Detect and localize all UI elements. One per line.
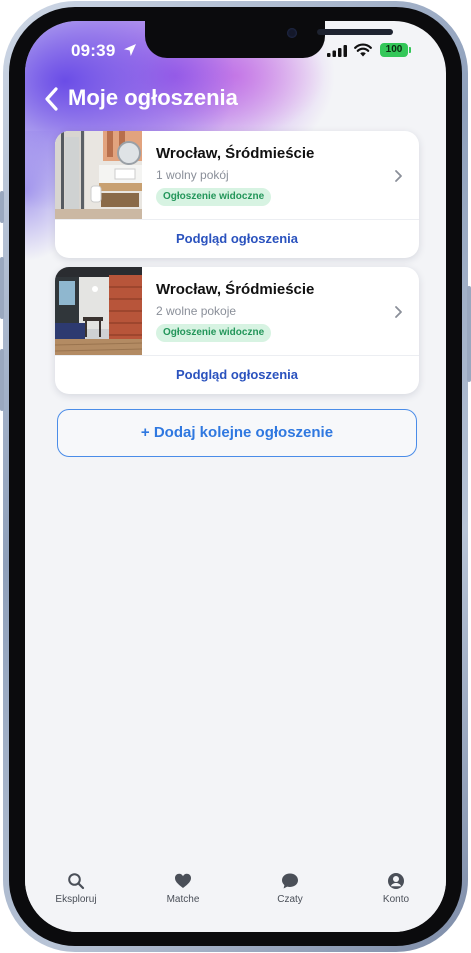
battery-icon: 100 bbox=[380, 43, 408, 57]
tab-bar: Eksploruj Matche Czaty Konto bbox=[25, 864, 446, 932]
status-time: 09:39 bbox=[71, 41, 116, 60]
listing-card[interactable]: Wrocław, Śródmieście 1 wolny pokój Ogłos… bbox=[55, 131, 419, 258]
phone-side-button bbox=[0, 349, 4, 411]
account-icon bbox=[388, 873, 404, 889]
phone-side-button bbox=[467, 286, 471, 382]
preview-listing-link[interactable]: Podgląd ogłoszenia bbox=[55, 356, 419, 394]
battery-tip bbox=[409, 47, 411, 53]
phone-side-button bbox=[0, 257, 4, 319]
earpiece-speaker bbox=[317, 29, 393, 35]
chat-bubble-icon bbox=[282, 873, 298, 889]
listing-card[interactable]: Wrocław, Śródmieście 2 wolne pokoje Ogło… bbox=[55, 267, 419, 394]
status-badge: Ogłoszenie widoczne bbox=[156, 188, 272, 206]
camera-notch bbox=[145, 21, 393, 58]
app-screen: 09:39 100 Moje ogłoszenia Wrocław, Śródm… bbox=[25, 21, 446, 932]
status-badge: Ogłoszenie widoczne bbox=[156, 324, 272, 342]
listing-location: Wrocław, Śródmieście bbox=[156, 281, 315, 298]
tab-label: Matche bbox=[166, 894, 200, 905]
chevron-right-icon[interactable] bbox=[393, 169, 403, 183]
tab-label: Konto bbox=[382, 894, 410, 905]
chevron-left-icon[interactable] bbox=[43, 86, 61, 112]
tab-explore[interactable]: Eksploruj bbox=[36, 872, 116, 905]
location-arrow-icon bbox=[124, 44, 136, 56]
tab-label: Eksploruj bbox=[55, 894, 97, 905]
chevron-right-icon[interactable] bbox=[393, 305, 403, 319]
listing-rooms: 2 wolne pokoje bbox=[156, 304, 237, 318]
tab-matches[interactable]: Matche bbox=[143, 872, 223, 905]
signal-icon bbox=[327, 45, 347, 57]
heart-icon bbox=[175, 873, 191, 888]
search-icon bbox=[68, 873, 85, 890]
tab-account[interactable]: Konto bbox=[356, 872, 436, 905]
add-listing-button[interactable]: + Dodaj kolejne ogłoszenie bbox=[57, 409, 417, 457]
wifi-icon bbox=[354, 43, 372, 57]
tab-label: Czaty bbox=[277, 894, 303, 905]
preview-listing-link[interactable]: Podgląd ogłoszenia bbox=[55, 220, 419, 258]
page-title: Moje ogłoszenia bbox=[68, 85, 238, 110]
phone-side-button bbox=[0, 191, 4, 223]
listing-photo-bathroom bbox=[55, 131, 142, 219]
listing-rooms: 1 wolny pokój bbox=[156, 168, 229, 182]
front-camera bbox=[287, 28, 297, 38]
tab-chats[interactable]: Czaty bbox=[250, 872, 330, 905]
listing-location: Wrocław, Śródmieście bbox=[156, 145, 315, 162]
listing-photo-living-room bbox=[55, 267, 142, 355]
